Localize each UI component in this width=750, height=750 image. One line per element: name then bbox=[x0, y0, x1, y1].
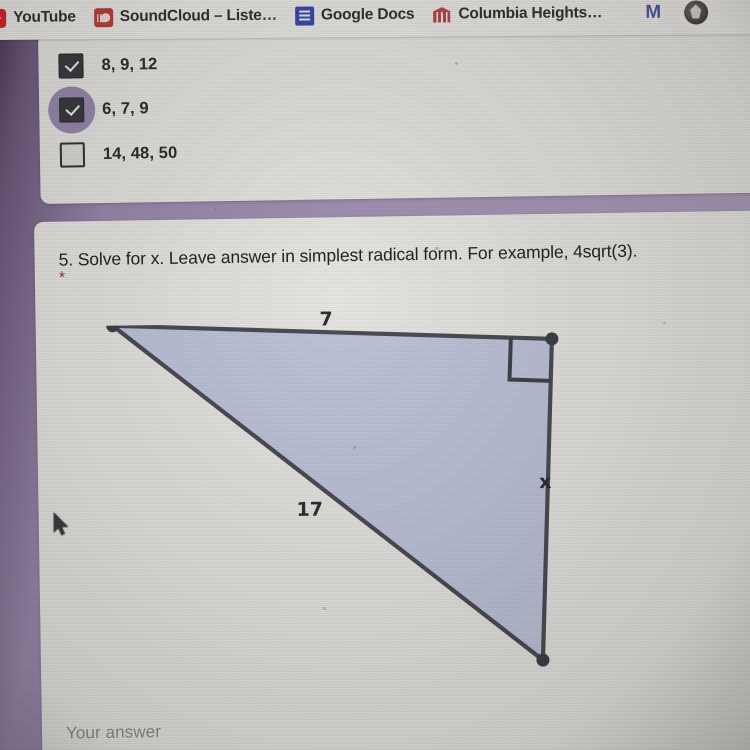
checkbox-checked-icon[interactable] bbox=[58, 53, 84, 79]
dust-speck bbox=[663, 322, 666, 324]
question-title: 5. Solve for x. Leave answer in simplest… bbox=[58, 240, 638, 270]
triangle-shape bbox=[110, 323, 554, 663]
option-label: 14, 48, 50 bbox=[102, 143, 178, 163]
option-row-3[interactable]: 14, 48, 50 bbox=[59, 141, 178, 168]
bookmark-label: YouTube bbox=[13, 8, 76, 26]
bookmark-label: SoundCloud – Liste… bbox=[119, 6, 278, 26]
bookmark-columbia-heights[interactable]: Columbia Heights… bbox=[423, 1, 611, 27]
profile-circle-icon bbox=[684, 0, 709, 25]
dust-speck bbox=[353, 446, 356, 449]
soundcloud-icon bbox=[93, 7, 113, 27]
bookmark-youtube[interactable]: YouTube bbox=[0, 5, 85, 31]
dust-speck bbox=[455, 62, 458, 65]
dust-speck bbox=[435, 247, 439, 250]
bookmark-label: Google Docs bbox=[320, 5, 415, 24]
checkbox-unchecked-icon[interactable] bbox=[59, 142, 86, 168]
option-label: 6, 7, 9 bbox=[102, 99, 149, 118]
answer-placeholder[interactable]: Your answer bbox=[66, 722, 161, 743]
option-row-2[interactable]: 6, 7, 9 bbox=[47, 86, 149, 134]
label-side-7: 7 bbox=[319, 308, 333, 331]
label-side-x: x bbox=[538, 470, 552, 494]
youtube-icon bbox=[0, 8, 7, 28]
google-docs-icon bbox=[294, 5, 315, 26]
bookmark-label: Columbia Heights… bbox=[458, 4, 603, 23]
triangle-svg bbox=[106, 319, 559, 667]
dust-speck bbox=[214, 208, 217, 210]
dust-speck bbox=[323, 607, 326, 610]
gmail-icon bbox=[642, 3, 664, 22]
required-asterisk: * bbox=[58, 269, 66, 287]
checkbox-checked-icon[interactable] bbox=[59, 97, 85, 123]
triangle-diagram: 7 17 x bbox=[58, 308, 624, 727]
label-side-17: 17 bbox=[296, 498, 324, 521]
question-card: 5. Solve for x. Leave answer in simplest… bbox=[34, 209, 750, 750]
bookmarks-bar: YouTube SoundCloud – Liste… Google Docs … bbox=[0, 0, 750, 40]
school-icon bbox=[432, 5, 451, 24]
checkbox-options-card: 8, 9, 12 6, 7, 9 14, 48, 50 bbox=[38, 22, 750, 204]
bookmark-profile[interactable] bbox=[675, 0, 717, 28]
option-row-1[interactable]: 8, 9, 12 bbox=[58, 52, 157, 79]
checkbox-wrap[interactable] bbox=[47, 86, 96, 134]
option-label: 8, 9, 12 bbox=[101, 55, 158, 75]
mouse-cursor-icon bbox=[53, 512, 69, 536]
photographed-screen: YouTube SoundCloud – Liste… Google Docs … bbox=[0, 0, 750, 750]
bookmark-soundcloud[interactable]: SoundCloud – Liste… bbox=[85, 3, 286, 30]
checkbox-wrap[interactable] bbox=[58, 53, 84, 79]
bookmark-google-docs[interactable]: Google Docs bbox=[286, 2, 424, 28]
bookmark-gmail[interactable] bbox=[633, 0, 673, 25]
checkbox-wrap[interactable] bbox=[59, 142, 86, 168]
